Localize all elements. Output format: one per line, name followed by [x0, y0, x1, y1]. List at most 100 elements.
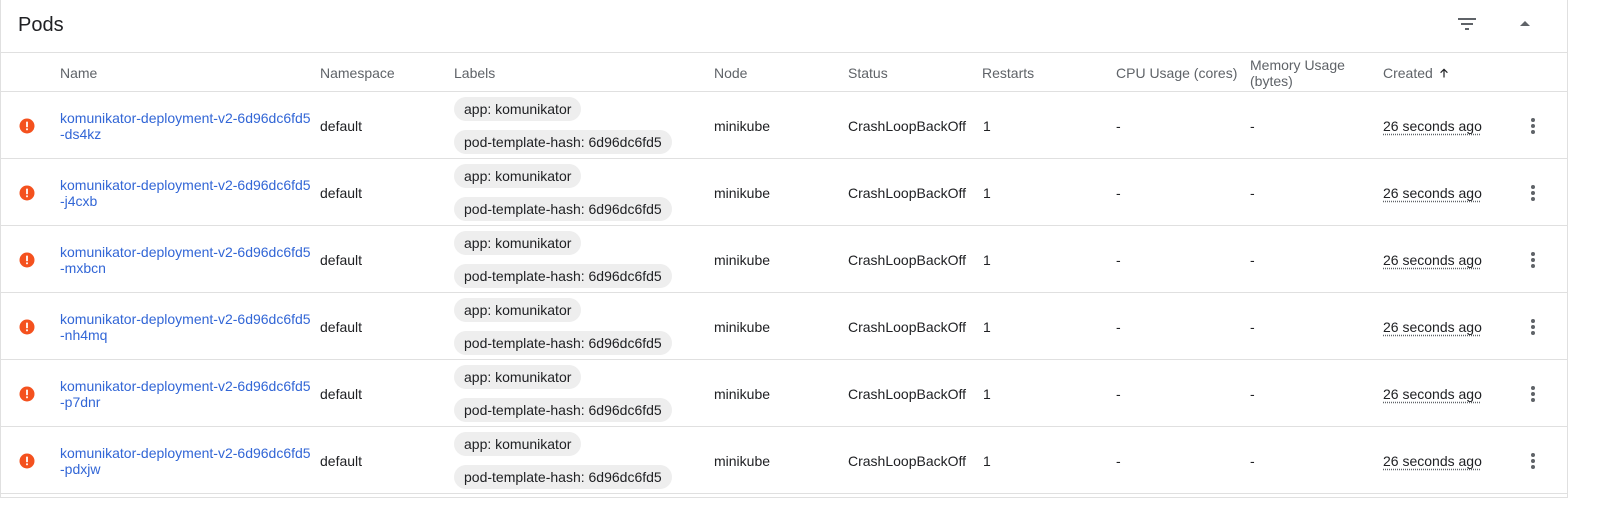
labels-cell: app: komunikator pod-template-hash: 6d96d…: [454, 427, 672, 494]
more-vert-icon[interactable]: [1521, 449, 1545, 473]
created-time: 26 seconds ago: [1383, 251, 1482, 268]
column-header-restarts[interactable]: Restarts: [982, 53, 1034, 92]
error-icon: [19, 427, 35, 494]
arrow-upward-icon: [1438, 67, 1450, 79]
namespace-cell: default: [320, 184, 363, 201]
column-header-name[interactable]: Name: [60, 53, 97, 92]
labels-cell: app: komunikator pod-template-hash: 6d96d…: [454, 360, 672, 427]
created-time: 26 seconds ago: [1383, 184, 1482, 201]
cpu-cell: -: [1116, 117, 1121, 134]
status-cell: CrashLoopBackOff: [848, 184, 967, 201]
label-chip: pod-template-hash: 6d96dc6fd5: [454, 197, 672, 221]
table-row: komunikator-deployment-v2-6d96dc6fd5-nh4…: [1, 293, 1567, 360]
node-cell: minikube: [714, 251, 771, 268]
table-row: komunikator-deployment-v2-6d96dc6fd5-p7d…: [1, 360, 1567, 427]
more-vert-icon[interactable]: [1521, 315, 1545, 339]
more-vert-icon[interactable]: [1521, 114, 1545, 138]
label-chip: app: komunikator: [454, 365, 582, 389]
label-chip: app: komunikator: [454, 231, 582, 255]
cpu-cell: -: [1116, 318, 1121, 335]
column-header-node[interactable]: Node: [714, 53, 747, 92]
error-icon: [19, 92, 35, 159]
column-header-labels: Labels: [454, 64, 496, 81]
card-title: Pods: [18, 14, 64, 36]
label-chip: pod-template-hash: 6d96dc6fd5: [454, 130, 672, 154]
status-cell: CrashLoopBackOff: [848, 251, 967, 268]
cpu-cell: -: [1116, 385, 1121, 402]
label-chip: pod-template-hash: 6d96dc6fd5: [454, 465, 672, 489]
namespace-cell: default: [320, 385, 363, 402]
node-cell: minikube: [714, 452, 771, 469]
namespace-cell: default: [320, 318, 363, 335]
created-time: 26 seconds ago: [1383, 318, 1482, 335]
table-row: komunikator-deployment-v2-6d96dc6fd5-j4c…: [1, 159, 1567, 226]
labels-cell: app: komunikator pod-template-hash: 6d96d…: [454, 293, 672, 360]
restarts-cell: 1: [983, 117, 991, 134]
memory-cell: -: [1250, 117, 1255, 134]
restarts-cell: 1: [983, 184, 991, 201]
created-time: 26 seconds ago: [1383, 385, 1482, 402]
label-chip: app: komunikator: [454, 432, 582, 456]
labels-cell: app: komunikator pod-template-hash: 6d96d…: [454, 226, 672, 293]
namespace-cell: default: [320, 251, 363, 268]
pod-name-link[interactable]: komunikator-deployment-v2-6d96dc6fd5-ds4…: [60, 110, 315, 142]
pod-name-link[interactable]: komunikator-deployment-v2-6d96dc6fd5-pdx…: [60, 445, 315, 477]
column-header-created[interactable]: Created: [1383, 53, 1450, 92]
filter-button[interactable]: [1451, 10, 1483, 42]
status-cell: CrashLoopBackOff: [848, 452, 967, 469]
label-chip: pod-template-hash: 6d96dc6fd5: [454, 398, 672, 422]
created-time: 26 seconds ago: [1383, 452, 1482, 469]
more-vert-icon[interactable]: [1521, 181, 1545, 205]
error-icon: [19, 159, 35, 226]
table-row: komunikator-deployment-v2-6d96dc6fd5-mxb…: [1, 226, 1567, 293]
node-cell: minikube: [714, 184, 771, 201]
pod-name-link[interactable]: komunikator-deployment-v2-6d96dc6fd5-nh4…: [60, 311, 315, 343]
status-cell: CrashLoopBackOff: [848, 117, 967, 134]
pod-name-link[interactable]: komunikator-deployment-v2-6d96dc6fd5-j4c…: [60, 177, 315, 209]
node-cell: minikube: [714, 385, 771, 402]
namespace-cell: default: [320, 117, 363, 134]
column-header-namespace[interactable]: Namespace: [320, 53, 395, 92]
label-chip: pod-template-hash: 6d96dc6fd5: [454, 264, 672, 288]
table-header: Name Namespace Labels Node Status Restar…: [1, 53, 1567, 92]
memory-cell: -: [1250, 184, 1255, 201]
label-chip: app: komunikator: [454, 298, 582, 322]
expand-less-icon: [1513, 12, 1537, 41]
card-header: Pods: [1, 0, 1567, 53]
label-chip: app: komunikator: [454, 97, 582, 121]
column-header-cpu: CPU Usage (cores): [1116, 64, 1238, 81]
pod-name-link[interactable]: komunikator-deployment-v2-6d96dc6fd5-mxb…: [60, 244, 315, 276]
labels-cell: app: komunikator pod-template-hash: 6d96d…: [454, 159, 672, 226]
column-header-created-label: Created: [1383, 64, 1433, 81]
cpu-cell: -: [1116, 251, 1121, 268]
node-cell: minikube: [714, 318, 771, 335]
created-time: 26 seconds ago: [1383, 117, 1482, 134]
restarts-cell: 1: [983, 318, 991, 335]
cpu-cell: -: [1116, 184, 1121, 201]
pods-card: Pods Name Namespace Labels Node Status R…: [0, 0, 1568, 498]
memory-cell: -: [1250, 318, 1255, 335]
restarts-cell: 1: [983, 385, 991, 402]
restarts-cell: 1: [983, 251, 991, 268]
error-icon: [19, 293, 35, 360]
restarts-cell: 1: [983, 452, 991, 469]
error-icon: [19, 226, 35, 293]
namespace-cell: default: [320, 452, 363, 469]
more-vert-icon[interactable]: [1521, 248, 1545, 272]
memory-cell: -: [1250, 452, 1255, 469]
label-chip: pod-template-hash: 6d96dc6fd5: [454, 331, 672, 355]
column-header-memory: Memory Usage (bytes): [1250, 56, 1345, 89]
column-header-status[interactable]: Status: [848, 53, 888, 92]
label-chip: app: komunikator: [454, 164, 582, 188]
status-cell: CrashLoopBackOff: [848, 318, 967, 335]
status-cell: CrashLoopBackOff: [848, 385, 967, 402]
collapse-button[interactable]: [1509, 10, 1541, 42]
node-cell: minikube: [714, 117, 771, 134]
pod-name-link[interactable]: komunikator-deployment-v2-6d96dc6fd5-p7d…: [60, 378, 315, 410]
labels-cell: app: komunikator pod-template-hash: 6d96d…: [454, 92, 672, 159]
memory-cell: -: [1250, 251, 1255, 268]
more-vert-icon[interactable]: [1521, 382, 1545, 406]
memory-cell: -: [1250, 385, 1255, 402]
table-row: komunikator-deployment-v2-6d96dc6fd5-pdx…: [1, 427, 1567, 494]
error-icon: [19, 360, 35, 427]
